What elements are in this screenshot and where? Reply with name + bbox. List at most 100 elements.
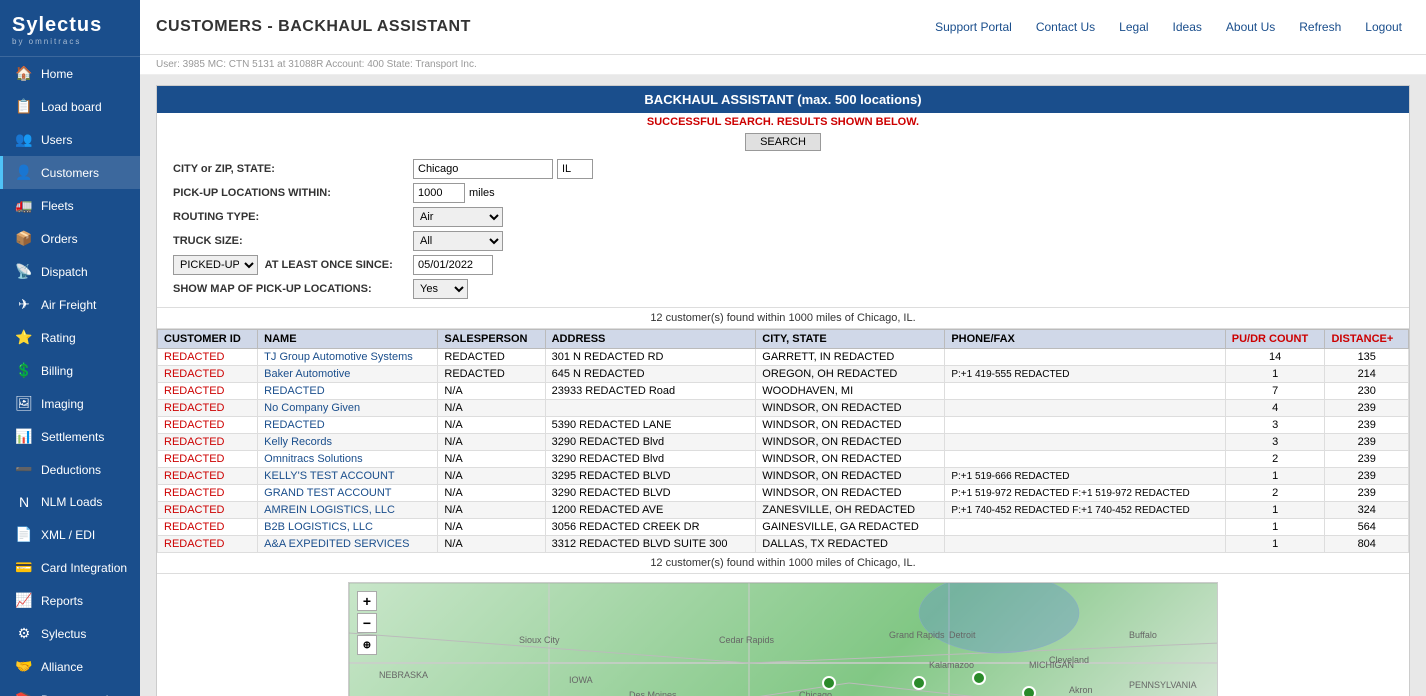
routing-select[interactable]: Air Ground Any [413, 207, 503, 227]
sidebar-item-alliance[interactable]: 🤝Alliance [0, 650, 140, 683]
nav-link-about[interactable]: About Us [1218, 16, 1283, 38]
results-summary-top: 12 customer(s) found within 1000 miles o… [157, 308, 1409, 329]
customer-id-link[interactable]: REDACTED [164, 368, 225, 380]
cell-name[interactable]: AMREIN LOGISTICS, LLC [258, 502, 438, 519]
map-zoom-out-btn[interactable]: − [357, 613, 377, 633]
cell-id[interactable]: REDACTED [158, 485, 258, 502]
customer-name[interactable]: TJ Group Automotive Systems [264, 351, 413, 363]
cell-address [545, 400, 756, 417]
cell-name[interactable]: Kelly Records [258, 434, 438, 451]
cell-name[interactable]: A&A EXPEDITED SERVICES [258, 536, 438, 553]
search-button[interactable]: SEARCH [745, 133, 821, 151]
map-pan-btn[interactable]: ⊕ [357, 635, 377, 655]
sidebar-item-nlmloads[interactable]: NNLM Loads [0, 486, 140, 518]
customer-name[interactable]: REDACTED [264, 385, 325, 397]
customer-id-link[interactable]: REDACTED [164, 487, 225, 499]
sidebar-item-settlements[interactable]: 📊Settlements [0, 420, 140, 453]
sidebar-item-home[interactable]: 🏠Home [0, 57, 140, 90]
cell-name[interactable]: REDACTED [258, 383, 438, 400]
sidebar-item-billing[interactable]: 💲Billing [0, 354, 140, 387]
customer-id-link[interactable]: REDACTED [164, 504, 225, 516]
routing-row: ROUTING TYPE: Air Ground Any [173, 207, 1393, 227]
cell-name[interactable]: GRAND TEST ACCOUNT [258, 485, 438, 502]
sidebar-item-cardintegration[interactable]: 💳Card Integration [0, 551, 140, 584]
customer-id-link[interactable]: REDACTED [164, 436, 225, 448]
cell-id[interactable]: REDACTED [158, 519, 258, 536]
sidebar-item-airfreight[interactable]: ✈Air Freight [0, 288, 140, 321]
cell-id[interactable]: REDACTED [158, 417, 258, 434]
nav-link-legal[interactable]: Legal [1111, 16, 1156, 38]
cell-id[interactable]: REDACTED [158, 434, 258, 451]
customer-name[interactable]: AMREIN LOGISTICS, LLC [264, 504, 395, 516]
sidebar-item-dispatch[interactable]: 📡Dispatch [0, 255, 140, 288]
sidebar-item-customers[interactable]: 👤Customers [0, 156, 140, 189]
picked-up-select[interactable]: PICKED-UP [173, 255, 258, 275]
nav-link-refresh[interactable]: Refresh [1291, 16, 1349, 38]
pickup-row: PICK-UP LOCATIONS WITHIN: miles [173, 183, 1393, 203]
sidebar-item-sylectus[interactable]: ⚙Sylectus [0, 617, 140, 650]
customer-name[interactable]: No Company Given [264, 402, 360, 414]
customer-name[interactable]: KELLY'S TEST ACCOUNT [264, 470, 394, 482]
cell-id[interactable]: REDACTED [158, 468, 258, 485]
cell-name[interactable]: TJ Group Automotive Systems [258, 349, 438, 366]
city-input[interactable] [413, 159, 553, 179]
cell-phone: P:+1 519-972 REDACTED F:+1 519-972 REDAC… [945, 485, 1225, 502]
sidebar-item-xmledi[interactable]: 📄XML / EDI [0, 518, 140, 551]
sidebar-item-documentation[interactable]: 📚Documentation [0, 683, 140, 696]
cell-pu-count: 1 [1225, 366, 1325, 383]
cell-name[interactable]: Baker Automotive [258, 366, 438, 383]
nav-link-support[interactable]: Support Portal [927, 16, 1020, 38]
cell-id[interactable]: REDACTED [158, 536, 258, 553]
customer-name[interactable]: Omnitracs Solutions [264, 453, 362, 465]
cell-id[interactable]: REDACTED [158, 451, 258, 468]
cell-name[interactable]: KELLY'S TEST ACCOUNT [258, 468, 438, 485]
cell-id[interactable]: REDACTED [158, 502, 258, 519]
customer-id-link[interactable]: REDACTED [164, 385, 225, 397]
map-zoom-in-btn[interactable]: + [357, 591, 377, 611]
truck-select[interactable]: All Van Flatbed Reefer [413, 231, 503, 251]
nav-link-contact[interactable]: Contact Us [1028, 16, 1103, 38]
sidebar-item-deductions[interactable]: ➖Deductions [0, 453, 140, 486]
cell-id[interactable]: REDACTED [158, 349, 258, 366]
nav-link-logout[interactable]: Logout [1357, 16, 1410, 38]
state-input[interactable] [557, 159, 593, 179]
customer-id-link[interactable]: REDACTED [164, 521, 225, 533]
customer-name[interactable]: A&A EXPEDITED SERVICES [264, 538, 409, 550]
sidebar-item-orders[interactable]: 📦Orders [0, 222, 140, 255]
map-select[interactable]: Yes No [413, 279, 468, 299]
cell-name[interactable]: REDACTED [258, 417, 438, 434]
sidebar-item-fleets[interactable]: 🚛Fleets [0, 189, 140, 222]
customer-name[interactable]: REDACTED [264, 419, 325, 431]
customer-id-link[interactable]: REDACTED [164, 470, 225, 482]
customer-name[interactable]: GRAND TEST ACCOUNT [264, 487, 391, 499]
customer-id-link[interactable]: REDACTED [164, 453, 225, 465]
cell-id[interactable]: REDACTED [158, 400, 258, 417]
customer-name[interactable]: B2B LOGISTICS, LLC [264, 521, 373, 533]
pickup-input[interactable] [413, 183, 465, 203]
customer-id-link[interactable]: REDACTED [164, 351, 225, 363]
sidebar-icon-sylectus: ⚙ [15, 625, 33, 642]
customer-name[interactable]: Kelly Records [264, 436, 332, 448]
truck-label: TRUCK SIZE: [173, 235, 413, 247]
customer-id-link[interactable]: REDACTED [164, 538, 225, 550]
cell-id[interactable]: REDACTED [158, 366, 258, 383]
cell-name[interactable]: No Company Given [258, 400, 438, 417]
cell-name[interactable]: Omnitracs Solutions [258, 451, 438, 468]
cell-phone: P:+1 419-555 REDACTED [945, 366, 1225, 383]
cell-name[interactable]: B2B LOGISTICS, LLC [258, 519, 438, 536]
nav-link-ideas[interactable]: Ideas [1165, 16, 1210, 38]
cell-phone [945, 349, 1225, 366]
map-roads-svg: NEBRASKA Sioux City IOWA Des Moines Omah… [349, 583, 1217, 696]
sidebar-item-users[interactable]: 👥Users [0, 123, 140, 156]
customer-id-link[interactable]: REDACTED [164, 419, 225, 431]
customer-name[interactable]: Baker Automotive [264, 368, 350, 380]
atleast-date-input[interactable] [413, 255, 493, 275]
cell-distance: 239 [1325, 485, 1409, 502]
sidebar-item-rating[interactable]: ⭐Rating [0, 321, 140, 354]
sidebar-item-loadboard[interactable]: 📋Load board [0, 90, 140, 123]
customer-id-link[interactable]: REDACTED [164, 402, 225, 414]
sidebar-item-reports[interactable]: 📈Reports [0, 584, 140, 617]
cell-id[interactable]: REDACTED [158, 383, 258, 400]
sidebar-item-imaging[interactable]: 🖼Imaging [0, 387, 140, 420]
routing-label: ROUTING TYPE: [173, 211, 413, 223]
